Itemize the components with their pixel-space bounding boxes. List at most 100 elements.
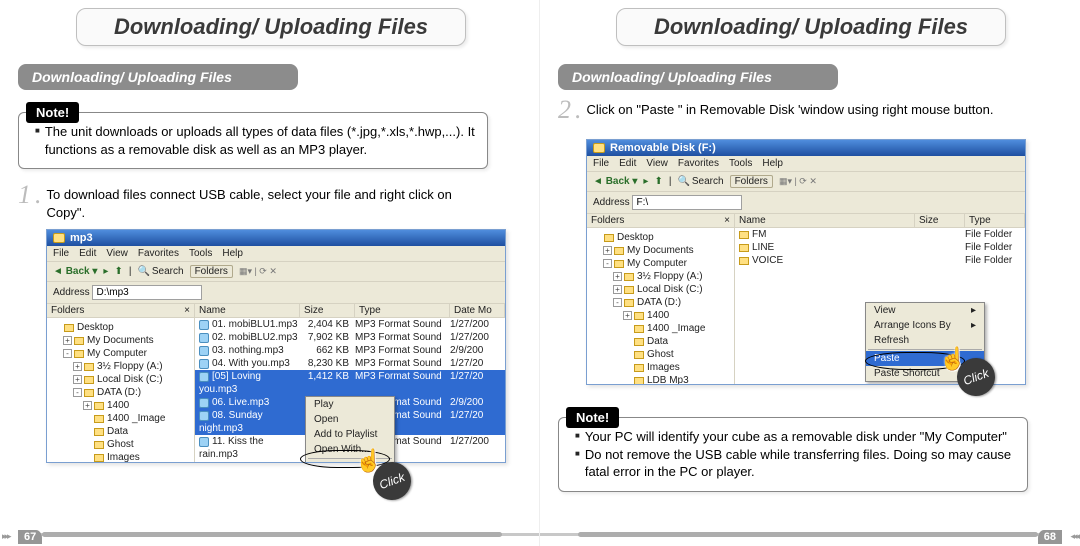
tree-item[interactable]: +1400	[49, 399, 192, 412]
window-titlebar: Removable Disk (F:)	[587, 140, 1025, 156]
context-item[interactable]: View	[866, 303, 984, 318]
table-row[interactable]: 04. With you.mp38,230 KBMP3 Format Sound…	[195, 357, 505, 370]
col-size[interactable]: Size	[300, 304, 355, 317]
menu-item[interactable]: Edit	[79, 248, 96, 259]
folder-icon	[614, 247, 624, 255]
col-name[interactable]: Name	[735, 214, 915, 227]
context-item[interactable]: Arrange Icons By	[866, 318, 984, 333]
folders-header: Folders	[591, 215, 624, 226]
menu-item[interactable]: Tools	[729, 158, 752, 169]
table-row[interactable]: LINEFile Folder	[735, 241, 1025, 254]
search-button[interactable]: Search	[137, 266, 183, 277]
file-list[interactable]: Name Size Type Date Mo 01. mobiBLU1.mp32…	[195, 304, 505, 462]
up-button[interactable]: ⬆	[114, 266, 122, 277]
audio-icon	[199, 437, 209, 447]
col-type[interactable]: Type	[355, 304, 450, 317]
folder-tree[interactable]: Folders × Desktop+My Documents-My Compute…	[587, 214, 735, 384]
section-heading: Downloading/ Uploading Files	[558, 64, 838, 90]
tree-item[interactable]: +3½ Floppy (A:)	[589, 270, 732, 283]
tree-item[interactable]: +3½ Floppy (A:)	[49, 360, 192, 373]
page-title-box: Downloading/ Uploading Files	[76, 8, 466, 46]
menu-item[interactable]: Tools	[189, 248, 212, 259]
tree-item[interactable]: Ghost	[589, 348, 732, 361]
folder-icon	[94, 441, 104, 449]
note-bullet-1: Your PC will identify your cube as a rem…	[575, 428, 1015, 446]
forward-button[interactable]: ▸	[103, 266, 108, 277]
tree-item[interactable]: 1400 _Image	[49, 412, 192, 425]
back-button[interactable]: ◄ Back ▾	[53, 266, 97, 277]
col-date[interactable]: Date Mo	[450, 304, 505, 317]
tree-item[interactable]: +My Documents	[49, 334, 192, 347]
back-button[interactable]: ◄ Back ▾	[593, 176, 637, 187]
tree-item[interactable]: -DATA (D:)	[589, 296, 732, 309]
manual-page-left: Downloading/ Uploading Files Downloading…	[0, 0, 540, 546]
tree-item[interactable]: Ghost	[49, 438, 192, 451]
table-row[interactable]: 02. mobiBLU2.mp37,902 KBMP3 Format Sound…	[195, 331, 505, 344]
note-badge: Note!	[26, 102, 79, 123]
menu-item[interactable]: View	[646, 158, 668, 169]
menu-item[interactable]: View	[106, 248, 128, 259]
step-number: 2	[558, 98, 571, 121]
audio-icon	[199, 372, 209, 382]
close-icon[interactable]: ×	[724, 215, 730, 226]
context-item[interactable]: Add to Playlist	[306, 427, 394, 442]
menu-item[interactable]: Favorites	[138, 248, 179, 259]
table-row[interactable]: [05] Loving you.mp31,412 KBMP3 Format So…	[195, 370, 505, 396]
col-size[interactable]: Size	[915, 214, 965, 227]
tree-item[interactable]: Desktop	[589, 231, 732, 244]
table-row[interactable]: 03. nothing.mp3662 KBMP3 Format Sound2/9…	[195, 344, 505, 357]
tree-item[interactable]: -My Computer	[49, 347, 192, 360]
tree-item[interactable]: -DATA (D:)	[49, 386, 192, 399]
page-footer: ◂◂◂ 68	[540, 528, 1080, 544]
tree-item[interactable]: Data	[589, 335, 732, 348]
folder-tree[interactable]: Folders× Desktop+My Documents-My Compute…	[47, 304, 195, 462]
menu-item[interactable]: File	[53, 248, 69, 259]
close-icon[interactable]: ×	[184, 305, 190, 316]
context-item[interactable]: Open	[306, 412, 394, 427]
menu-item[interactable]: Favorites	[678, 158, 719, 169]
toolbar-extra-icons[interactable]: ▦▾ | ⟳ ✕	[239, 266, 277, 277]
page-number: 67	[18, 530, 42, 544]
col-type[interactable]: Type	[965, 214, 1025, 227]
table-row[interactable]: FMFile Folder	[735, 228, 1025, 241]
toolbar-extra-icons[interactable]: ▦▾ | ⟳ ✕	[779, 176, 817, 187]
tree-item[interactable]: Images	[589, 361, 732, 374]
folder-icon	[634, 338, 644, 346]
context-item[interactable]: Play	[306, 397, 394, 412]
section-heading: Downloading/ Uploading Files	[18, 64, 298, 90]
menu-item[interactable]: Edit	[619, 158, 636, 169]
page-title: Downloading/ Uploading Files	[654, 14, 968, 40]
folders-button[interactable]: Folders	[730, 175, 773, 188]
menu-item[interactable]: Help	[762, 158, 783, 169]
tree-item[interactable]: Desktop	[49, 321, 192, 334]
tree-item[interactable]: +Local Disk (C:)	[49, 373, 192, 386]
tree-item[interactable]: Data	[49, 425, 192, 438]
tree-item[interactable]: +1400	[589, 309, 732, 322]
audio-icon	[199, 346, 209, 356]
tree-item[interactable]: Images	[49, 451, 192, 462]
folder-icon	[739, 257, 749, 265]
menu-item[interactable]: Help	[222, 248, 243, 259]
note-bullet-2: Do not remove the USB cable while transf…	[575, 446, 1015, 481]
address-input[interactable]	[632, 195, 742, 210]
folder-icon	[84, 363, 94, 371]
address-input[interactable]	[92, 285, 202, 300]
folders-button[interactable]: Folders	[190, 265, 233, 278]
tree-item[interactable]: LDB Mp3	[589, 374, 732, 384]
forward-button[interactable]: ▸	[643, 176, 648, 187]
tree-item[interactable]: 1400 _Image	[589, 322, 732, 335]
tree-item[interactable]: -My Computer	[589, 257, 732, 270]
table-row[interactable]: VOICEFile Folder	[735, 254, 1025, 267]
up-button[interactable]: ⬆	[654, 176, 662, 187]
page-footer: ▸▸▸ 67	[0, 528, 539, 544]
tree-item[interactable]: +Local Disk (C:)	[589, 283, 732, 296]
table-row[interactable]: 01. mobiBLU1.mp32,404 KBMP3 Format Sound…	[195, 318, 505, 331]
col-name[interactable]: Name	[195, 304, 300, 317]
folder-icon	[53, 233, 65, 243]
menu-bar: File Edit View Favorites Tools Help	[47, 246, 505, 261]
step-text: Click on "Paste " in Removable Disk 'win…	[587, 98, 994, 121]
tree-item[interactable]: +My Documents	[589, 244, 732, 257]
menu-item[interactable]: File	[593, 158, 609, 169]
search-button[interactable]: Search	[677, 176, 723, 187]
folder-icon	[624, 273, 634, 281]
